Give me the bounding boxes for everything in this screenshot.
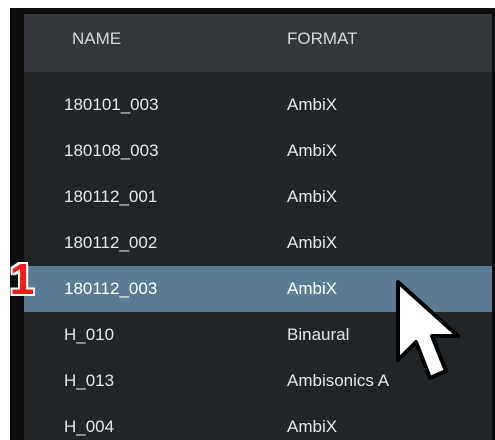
step-marker: 1: [9, 255, 35, 304]
file-name: 180112_002: [64, 233, 158, 252]
file-format: Ambisonics A: [287, 371, 390, 390]
file-name: 180112_003: [64, 279, 158, 298]
table-row[interactable]: 180108_003 AmbiX: [24, 128, 492, 174]
file-format: AmbiX: [287, 279, 338, 298]
file-name: 180112_001: [64, 187, 158, 206]
table-header: NAME FORMAT: [24, 14, 492, 72]
file-name: H_010: [64, 325, 115, 344]
file-format: AmbiX: [287, 141, 338, 160]
file-name: 180108_003: [64, 141, 159, 160]
file-format: AmbiX: [287, 95, 338, 114]
file-name: H_013: [64, 371, 115, 390]
file-format: AmbiX: [287, 187, 338, 206]
file-name: H_004: [64, 417, 115, 436]
file-format: AmbiX: [287, 417, 338, 436]
file-name: 180101_003: [64, 95, 159, 114]
table-row[interactable]: 180112_001 AmbiX: [24, 174, 492, 220]
table-row[interactable]: 180101_003 AmbiX: [24, 82, 492, 128]
table-row[interactable]: H_004 AmbiX: [24, 404, 492, 440]
column-header-format[interactable]: FORMAT: [287, 14, 358, 72]
arrow-cursor-icon: [396, 280, 460, 380]
file-format: Binaural: [287, 325, 350, 344]
file-format: AmbiX: [287, 233, 338, 252]
column-header-name[interactable]: NAME: [72, 14, 121, 72]
table-row[interactable]: 180112_002 AmbiX: [24, 220, 492, 266]
